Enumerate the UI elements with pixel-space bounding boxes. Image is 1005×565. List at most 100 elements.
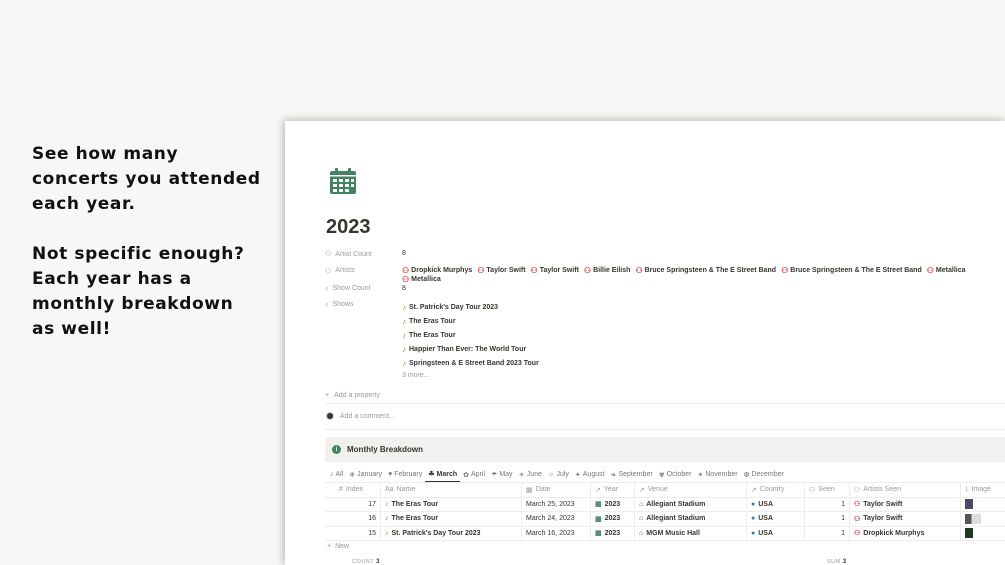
show-item[interactable]: ♪ The Eras Tour — [402, 314, 1005, 328]
tab-all[interactable]: ♪ All — [327, 467, 346, 482]
monthly-breakdown-callout[interactable]: i Monthly Breakdown — [325, 437, 1005, 462]
tab-october[interactable]: ✾ October — [656, 467, 695, 482]
header-name[interactable]: Aa Name — [381, 483, 522, 497]
tab-january[interactable]: ❄ January — [346, 467, 385, 482]
tab-november[interactable]: ✶ November — [694, 467, 740, 482]
artist-chip[interactable]: ⚇ Metallica — [402, 275, 441, 284]
cell-index[interactable]: 15 — [325, 526, 381, 540]
cell-artist[interactable]: ⚇ Taylor Swift — [850, 512, 961, 526]
show-item[interactable]: ♪ The Eras Tour — [402, 328, 1005, 342]
month-icon: ☼ — [548, 471, 555, 478]
table-header: # Index Aa Name ▦ Date ↗ Year ↗ Venue ↗ Countr… — [325, 483, 1005, 498]
cell-name[interactable]: ♪ The Eras Tour — [381, 497, 522, 511]
cell-seen[interactable]: 1 — [805, 497, 850, 511]
cell-date[interactable]: March 24, 2023 — [522, 512, 591, 526]
tab-april[interactable]: ✿ April — [460, 467, 488, 482]
header-country[interactable]: ↗ Country — [747, 483, 805, 497]
calendar-icon: ▦ — [595, 515, 602, 523]
property-artists[interactable]: ⚇ Artists ⚇ Dropkick Murphys ⚇ Taylor Swift ⚇… — [325, 266, 1005, 284]
guitar-icon: ♪ — [402, 316, 406, 326]
cell-image[interactable] — [961, 498, 1005, 512]
show-count-value: 8 — [402, 284, 406, 292]
artist-chip[interactable]: ⚇ Bruce Springsteen & The E Street Band — [635, 266, 776, 275]
cell-country[interactable]: ● USA — [747, 497, 805, 511]
artist-name: Taylor Swift — [486, 266, 526, 274]
header-venue[interactable]: ↗ Venue — [635, 483, 747, 497]
add-property-button[interactable]: + Add a property — [325, 389, 1005, 401]
artist-chip[interactable]: ⚇ Billie Eilish — [584, 266, 631, 275]
cell-date[interactable]: March 25, 2023 — [522, 497, 591, 511]
people-icon: ⚇ — [325, 267, 332, 275]
tab-august[interactable]: ✦ August — [572, 467, 608, 482]
cell-seen[interactable]: 1 — [805, 526, 850, 540]
show-name: Happier Than Ever: The World Tour — [409, 345, 527, 353]
calendar-icon[interactable] — [329, 167, 357, 195]
artist-chip[interactable]: ⚇ Bruce Springsteen & The E Street Band — [781, 266, 922, 275]
tab-may[interactable]: ☂ May — [488, 467, 516, 482]
tab-label: July — [556, 471, 569, 478]
tab-june[interactable]: ☀ June — [516, 467, 545, 482]
property-shows[interactable]: ♪ Shows ♪ St. Patrick's Day Tour 2023 ♪ The … — [325, 300, 1005, 382]
cell-name-text: St. Patrick's Day Tour 2023 — [391, 529, 481, 537]
artist-chip[interactable]: ⚇ Taylor Swift — [531, 266, 579, 275]
cell-image[interactable] — [961, 512, 1005, 526]
show-item[interactable]: ♪ St. Patrick's Day Tour 2023 — [402, 300, 1005, 314]
table-row[interactable]: 15 ♪ St. Patrick's Day Tour 2023 March 16, … — [325, 526, 1005, 541]
month-icon: ♥ — [388, 471, 393, 478]
new-row-button[interactable]: + New — [327, 543, 349, 550]
table-row[interactable]: 16 ♪ The Eras Tour March 24, 2023 ▦ 2023 ⌂ Alle… — [325, 512, 1005, 527]
cell-venue[interactable]: ⌂ MGM Music Hall — [635, 526, 747, 540]
cell-country[interactable]: ● USA — [747, 526, 805, 540]
table-row[interactable]: 17 ♪ The Eras Tour March 25, 2023 ▦ 2023 ⌂ Alle… — [325, 497, 1005, 512]
month-icon: ☀ — [518, 471, 525, 479]
artist-chip[interactable]: ⚇ Dropkick Murphys — [402, 266, 472, 275]
header-artists-seen[interactable]: ⚇ Artists Seen — [850, 483, 961, 497]
guitar-icon: ♪ — [385, 515, 389, 523]
artists-list: ⚇ Dropkick Murphys ⚇ Taylor Swift ⚇ Taylor Sw… — [402, 266, 1005, 284]
tab-label: All — [335, 471, 344, 478]
cell-index[interactable]: 16 — [325, 512, 381, 526]
cell-artist[interactable]: ⚇ Taylor Swift — [850, 497, 961, 511]
show-item[interactable]: ♪ Springsteen & E Street Band 2023 Tour — [402, 356, 1005, 370]
cell-date[interactable]: March 16, 2023 — [522, 526, 591, 540]
avatar — [326, 412, 334, 420]
artist-chip[interactable]: ⚇ Taylor Swift — [477, 266, 525, 275]
header-seen[interactable]: ⚇ Seen — [805, 483, 850, 497]
cell-venue[interactable]: ⌂ Allegiant Stadium — [635, 497, 747, 511]
header-image[interactable]: ⌇ Image — [961, 483, 1005, 497]
cell-country[interactable]: ● USA — [747, 512, 805, 526]
artist-chip[interactable]: ⚇ Metallica — [927, 266, 966, 275]
tab-february[interactable]: ♥ February — [385, 467, 425, 482]
header-date[interactable]: ▦ Date — [522, 483, 591, 497]
property-show-count[interactable]: ♪ Show Count 8 — [325, 284, 1005, 301]
artist-name: Metallica — [935, 266, 966, 274]
header-year[interactable]: ↗ Year — [591, 483, 635, 497]
cell-index[interactable]: 17 — [325, 497, 381, 511]
cell-venue[interactable]: ⌂ Allegiant Stadium — [635, 512, 747, 526]
cell-year[interactable]: ▦ 2023 — [591, 512, 635, 526]
tab-december[interactable]: ❆ December — [741, 467, 787, 482]
sum-summary[interactable]: SUM 3 — [827, 559, 847, 565]
cell-name[interactable]: ♪ St. Patrick's Day Tour 2023 — [381, 526, 522, 540]
comment-input[interactable]: Add a comment... — [326, 412, 395, 420]
header-index[interactable]: # Index — [325, 483, 381, 497]
tab-march[interactable]: ☘ March — [425, 467, 461, 482]
guitar-icon: ♪ — [402, 330, 406, 340]
info-icon: i — [332, 445, 341, 454]
tab-september[interactable]: ❧ September — [608, 467, 656, 482]
cell-year[interactable]: ▦ 2023 — [591, 526, 635, 540]
show-item[interactable]: ♪ Happier Than Ever: The World Tour — [402, 342, 1005, 356]
guitar-icon: ♪ — [402, 358, 406, 368]
cell-name[interactable]: ♪ The Eras Tour — [381, 512, 522, 526]
property-artist-count[interactable]: ⚇ Artist Count 8 — [325, 249, 1005, 266]
cell-artist[interactable]: ⚇ Dropkick Murphys — [850, 526, 961, 540]
tab-july[interactable]: ☼ July — [545, 467, 572, 482]
cell-year[interactable]: ▦ 2023 — [591, 497, 635, 511]
cell-artist-text: Taylor Swift — [863, 515, 903, 523]
more-shows-link[interactable]: 3 more... — [402, 370, 1005, 382]
page-title[interactable]: 2023 — [326, 216, 371, 239]
month-icon: ✿ — [463, 471, 470, 479]
cell-image[interactable] — [961, 527, 1005, 541]
count-summary[interactable]: COUNT 3 — [352, 559, 380, 565]
cell-seen[interactable]: 1 — [805, 512, 850, 526]
